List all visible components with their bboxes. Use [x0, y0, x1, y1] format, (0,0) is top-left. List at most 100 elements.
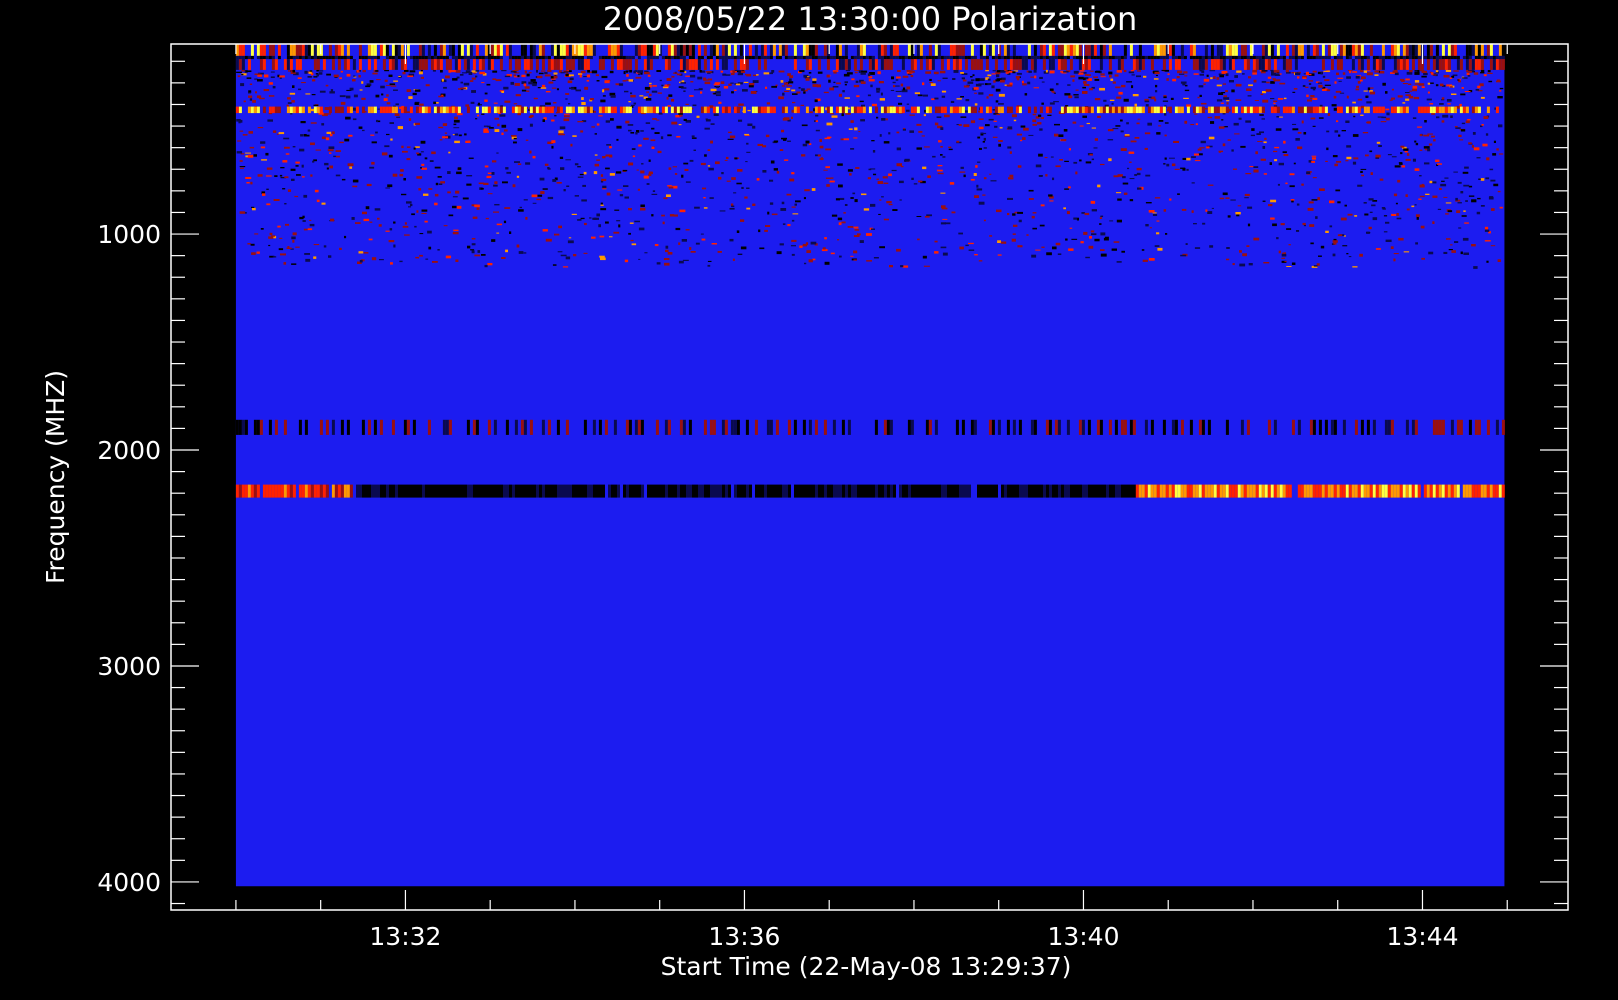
band-cell	[352, 59, 356, 70]
band-cell	[412, 419, 416, 435]
band-cell	[1354, 419, 1358, 435]
heatmap-cell	[691, 135, 695, 138]
band-cell	[304, 419, 308, 435]
heatmap-cell	[869, 168, 876, 170]
heatmap-cell	[883, 218, 889, 221]
heatmap-cell	[1067, 84, 1071, 86]
band-cell	[1462, 55, 1466, 60]
heatmap-cell	[1081, 212, 1085, 214]
heatmap-cell	[1024, 93, 1028, 96]
band-cell	[622, 59, 626, 70]
heatmap-cell	[1370, 172, 1373, 175]
heatmap-cell	[564, 115, 570, 118]
heatmap-cell	[871, 103, 877, 107]
heatmap-cell	[705, 71, 712, 73]
band-cell	[796, 106, 800, 114]
band-cell	[535, 55, 539, 60]
heatmap-cell	[1064, 188, 1069, 190]
heatmap-cell	[1340, 217, 1347, 221]
heatmap-cell	[668, 186, 674, 189]
band-cell	[733, 106, 737, 114]
band-cell	[601, 59, 605, 70]
band-cell	[454, 55, 458, 60]
heatmap-cell	[1429, 82, 1434, 84]
heatmap-cell	[1301, 120, 1304, 124]
band-cell	[334, 44, 338, 56]
heatmap-cell	[1057, 253, 1062, 255]
heatmap-cell	[879, 134, 882, 137]
band-cell	[1354, 55, 1358, 60]
heatmap-cell	[711, 243, 717, 245]
heatmap-cell	[517, 163, 522, 165]
band-cell	[635, 484, 638, 498]
band-cell	[1099, 59, 1103, 70]
heatmap-cell	[1467, 119, 1471, 121]
band-cell	[775, 55, 779, 60]
heatmap-cell	[295, 246, 300, 248]
heatmap-cell	[747, 123, 753, 126]
heatmap-cell	[689, 159, 694, 162]
heatmap-cell	[1255, 151, 1258, 155]
heatmap-cell	[715, 94, 721, 97]
heatmap-cell	[532, 155, 536, 159]
band-cell	[700, 55, 704, 60]
band-cell	[841, 106, 845, 114]
heatmap-cell	[392, 173, 398, 177]
band-cell	[703, 59, 707, 70]
band-cell	[1051, 59, 1055, 70]
band-cell	[907, 55, 911, 60]
band-cell	[928, 419, 932, 435]
heatmap-cell	[998, 103, 1004, 105]
band-cell	[367, 419, 371, 435]
heatmap-cell	[1400, 145, 1405, 148]
heatmap-cell	[1362, 132, 1369, 134]
heatmap-cell	[1345, 160, 1349, 162]
band-cell	[1036, 55, 1040, 60]
band-cell	[262, 55, 266, 60]
band-cell	[634, 44, 638, 56]
band-cell	[346, 55, 350, 60]
band-cell	[340, 484, 344, 498]
band-cell	[1357, 59, 1361, 70]
heatmap-cell	[1207, 184, 1214, 186]
heatmap-cell	[542, 119, 545, 122]
heatmap-cell	[663, 197, 668, 200]
band-cell	[571, 55, 575, 60]
heatmap-cell	[1191, 156, 1196, 158]
heatmap-cell	[1088, 245, 1094, 249]
band-cell	[646, 55, 650, 60]
heatmap-cell	[685, 75, 691, 77]
band-cell	[722, 484, 725, 498]
band-cell	[733, 59, 737, 70]
heatmap-cell	[393, 89, 398, 91]
band-cell	[1273, 419, 1277, 435]
heatmap-cell	[553, 102, 557, 104]
band-cell	[1198, 59, 1202, 70]
heatmap-cell	[1269, 162, 1272, 165]
heatmap-cell	[279, 75, 285, 78]
heatmap-cell	[616, 125, 622, 129]
heatmap-cell	[1405, 194, 1408, 197]
band-cell	[568, 44, 572, 56]
band-cell	[385, 55, 389, 60]
heatmap-cell	[889, 265, 893, 268]
heatmap-cell	[1278, 162, 1284, 166]
heatmap-cell	[799, 245, 803, 248]
band-cell	[418, 106, 422, 114]
heatmap-cell	[554, 233, 560, 236]
band-cell	[844, 59, 848, 70]
band-cell	[325, 484, 329, 498]
heatmap-cell	[602, 185, 607, 189]
band-cell	[917, 484, 920, 498]
heatmap-cell	[1039, 76, 1043, 79]
heatmap-cell	[1181, 208, 1187, 211]
heatmap-cell	[879, 98, 885, 101]
band-cell	[541, 419, 545, 435]
heatmap-cell	[1049, 88, 1054, 91]
heatmap-cell	[410, 203, 413, 207]
band-cell	[307, 44, 311, 56]
heatmap-cell	[404, 234, 410, 236]
band-cell	[688, 55, 692, 60]
heatmap-cell	[819, 145, 824, 149]
heatmap-cell	[635, 76, 642, 79]
